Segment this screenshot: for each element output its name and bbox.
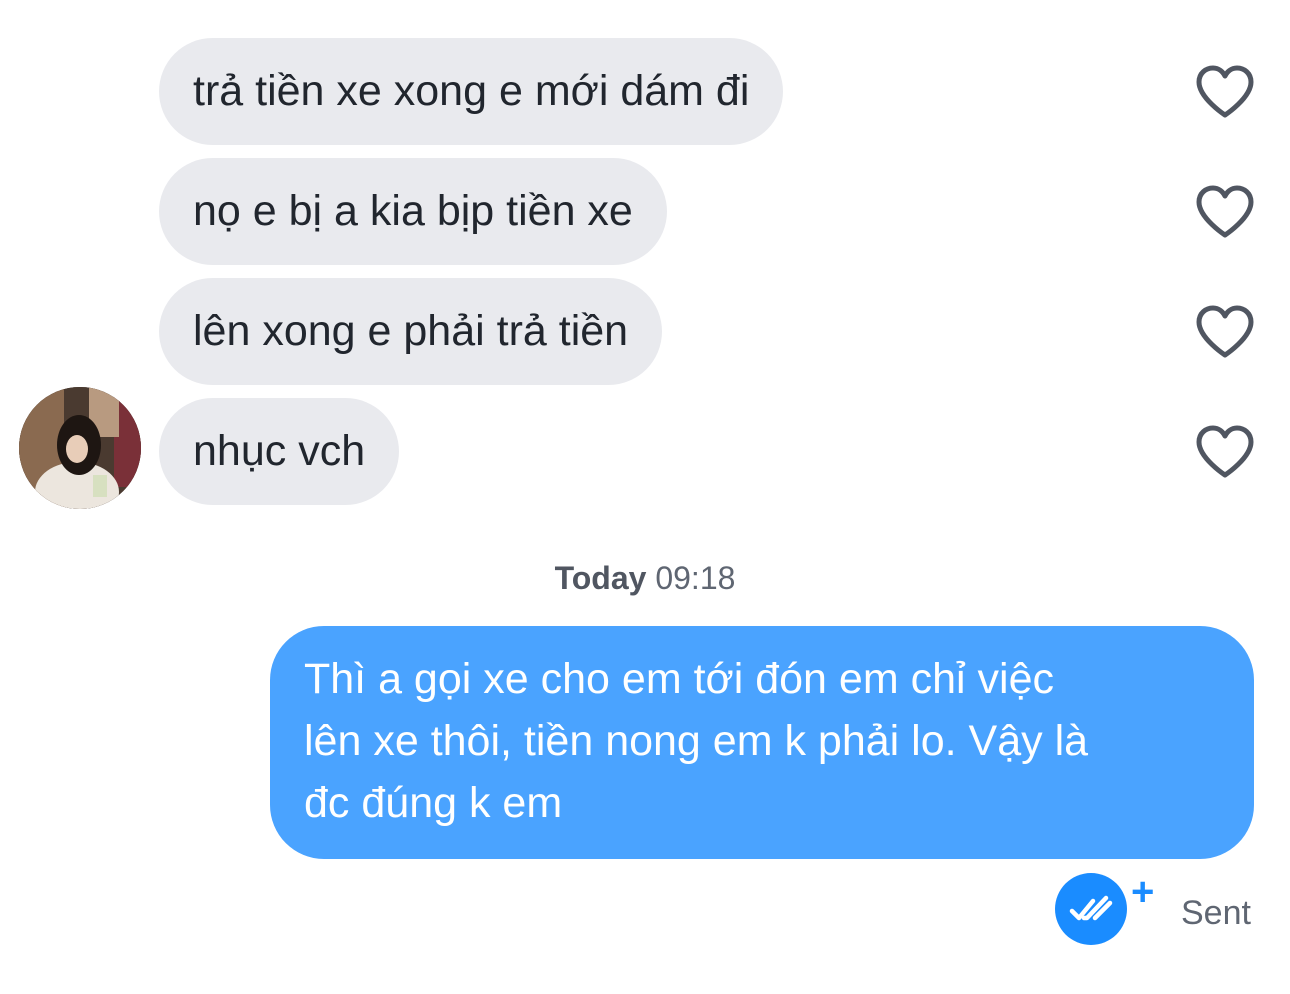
incoming-message-bubble[interactable]: nhục vch (159, 398, 400, 505)
like-heart-icon[interactable] (1195, 65, 1255, 119)
incoming-message-bubble[interactable]: trả tiền xe xong e mới dám đi (159, 38, 784, 145)
read-receipt-badge[interactable] (1055, 873, 1127, 945)
avatar-photo (19, 387, 141, 509)
outgoing-message-bubble[interactable]: Thì a gọi xe cho em tới đón em chỉ việc … (270, 626, 1254, 859)
message-line: Thì a gọi xe cho em tới đón em chỉ việc (304, 655, 1054, 703)
message-line: đc đúng k em (304, 779, 563, 827)
sender-avatar[interactable] (19, 387, 141, 509)
plus-icon[interactable]: + (1131, 872, 1154, 912)
message-timestamp: Today 09:18 (0, 560, 1290, 597)
like-heart-icon[interactable] (1195, 425, 1255, 479)
message-text: trả tiền xe xong e mới dám đi (193, 67, 750, 115)
sent-status-label: Sent (1181, 894, 1251, 932)
like-heart-icon[interactable] (1195, 185, 1255, 239)
like-heart-icon[interactable] (1195, 305, 1255, 359)
timestamp-time: 09:18 (655, 560, 736, 596)
message-text: nọ e bị a kia bịp tiền xe (193, 187, 633, 235)
incoming-message-bubble[interactable]: nọ e bị a kia bịp tiền xe (159, 158, 667, 265)
message-text: lên xong e phải trả tiền (193, 307, 629, 355)
double-check-icon (1069, 895, 1113, 921)
message-line: lên xe thôi, tiền nong em k phải lo. Vậy… (304, 717, 1089, 765)
timestamp-day: Today (554, 560, 647, 596)
incoming-message-bubble[interactable]: lên xong e phải trả tiền (159, 278, 663, 385)
message-text: nhục vch (193, 427, 366, 475)
